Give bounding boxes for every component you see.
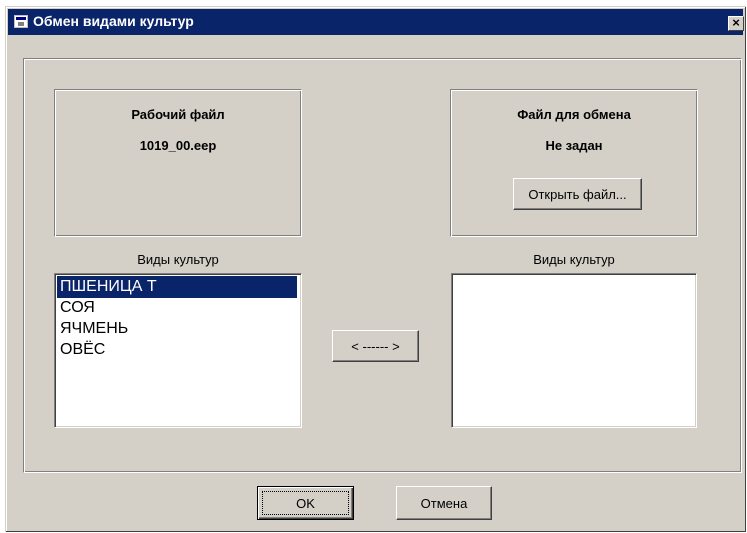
left-list-label: Виды культур bbox=[137, 252, 219, 267]
exchange-file-panel: Файл для обмена Не задан Открыть файл... bbox=[450, 89, 698, 237]
open-file-button[interactable]: Открыть файл... bbox=[513, 178, 642, 210]
transfer-button[interactable]: < ------ > bbox=[332, 330, 419, 362]
list-item[interactable]: ПШЕНИЦА Т bbox=[57, 276, 297, 298]
right-list-label: Виды культур bbox=[533, 252, 615, 267]
app-window-icon[interactable] bbox=[14, 15, 28, 28]
title-bar[interactable]: Обмен видами культур × bbox=[8, 9, 744, 35]
cancel-button-label: Отмена bbox=[420, 495, 468, 511]
exchange-file-title: Файл для обмена bbox=[517, 107, 631, 122]
close-button[interactable]: × bbox=[728, 16, 744, 31]
working-file-name: 1019_00.eep bbox=[139, 138, 217, 153]
exchange-file-status: Не задан bbox=[545, 138, 603, 153]
close-icon: × bbox=[732, 15, 740, 30]
cancel-button[interactable]: Отмена bbox=[396, 486, 492, 520]
list-item[interactable]: ОВЁС bbox=[57, 339, 297, 361]
working-file-panel: Рабочий файл 1019_00.eep bbox=[54, 89, 302, 237]
list-item[interactable]: ЯЧМЕНЬ bbox=[57, 318, 297, 340]
working-file-title: Рабочий файл bbox=[131, 107, 225, 122]
open-file-button-label: Открыть файл... bbox=[528, 186, 627, 202]
list-item[interactable]: СОЯ bbox=[57, 297, 297, 319]
window-title: Обмен видами культур bbox=[33, 13, 194, 29]
dialog-window: Обмен видами культур × Рабочий файл 1019… bbox=[5, 6, 746, 532]
transfer-button-label: < ------ > bbox=[351, 338, 400, 354]
focus-indicator bbox=[262, 491, 349, 515]
right-crop-list[interactable] bbox=[451, 273, 697, 428]
left-crop-list[interactable]: ПШЕНИЦА Т СОЯ ЯЧМЕНЬ ОВЁС bbox=[54, 273, 302, 428]
ok-button[interactable]: OK bbox=[257, 486, 354, 520]
